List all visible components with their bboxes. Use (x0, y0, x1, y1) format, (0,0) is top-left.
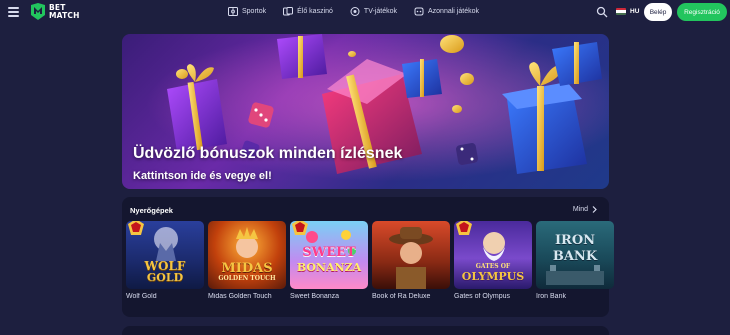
banner-subtitle: Kattintson ide és vegye el! (133, 170, 272, 182)
game-card-wolf-gold[interactable]: WOLF GOLD Wolf Gold (126, 221, 204, 300)
game-thumbnail: IRON BANK (536, 221, 614, 289)
game-thumbnail: WOLF GOLD (126, 221, 204, 289)
register-button[interactable]: Regisztráció (677, 3, 727, 21)
game-art-subtitle: BONANZA (296, 261, 362, 274)
game-card-book-of-ra-deluxe[interactable]: Book of Ra Deluxe (372, 221, 450, 300)
game-thumbnail: MIDAS GOLDEN TOUCH (208, 221, 286, 289)
game-card-sweet-bonanza[interactable]: SWEET BONANZA Sweet Bonanza (290, 221, 368, 300)
top-header: BET MATCH Sportok Élő kaszinó TV-játékok… (0, 0, 730, 25)
game-thumbnail: GATES OF OLYMPUS (454, 221, 532, 289)
tv-games-icon (350, 7, 360, 16)
game-card-gates-of-olympus[interactable]: GATES OF OLYMPUS Gates of Olympus (454, 221, 532, 300)
game-art-subtitle: OLYMPUS (461, 270, 525, 283)
nav-item-tv-games[interactable]: TV-játékok (350, 7, 397, 16)
see-all-label: Mind (572, 206, 588, 213)
game-name: Midas Golden Touch (208, 293, 272, 300)
gift-boxes-illustration (122, 34, 609, 189)
search-icon[interactable] (596, 6, 608, 18)
game-art-title: IRON (554, 233, 596, 248)
sports-icon (228, 7, 238, 16)
nav-label: Élő kaszinó (297, 8, 333, 15)
drops-wins-badge-icon (456, 221, 472, 235)
game-name: Wolf Gold (126, 293, 157, 300)
game-name: Sweet Bonanza (290, 293, 340, 300)
section-title: Nyerőgépek (130, 206, 173, 215)
game-thumbnail: SWEET BONANZA (290, 221, 368, 289)
game-name: Iron Bank (536, 293, 566, 300)
drops-wins-badge-icon (292, 221, 308, 235)
game-card-iron-bank[interactable]: IRON BANK Iron Bank (536, 221, 614, 300)
drops-wins-badge-icon (128, 221, 144, 235)
logo-line2: MATCH (49, 10, 80, 20)
chevron-right-icon (592, 206, 597, 213)
games-row: WOLF GOLD Wolf Gold MIDAS GOLDEN TOUCH M… (126, 221, 614, 300)
live-casino-icon (283, 7, 294, 16)
game-art-title: SWEET (302, 245, 356, 260)
explorer-art-icon (389, 227, 433, 289)
nav-item-live-casino[interactable]: Élő kaszinó (283, 7, 333, 16)
betmatch-logo-icon (31, 3, 45, 20)
banner-title: Üdvözlő bónuszok minden ízlésnek (133, 145, 403, 162)
game-name: Book of Ra Deluxe (372, 293, 431, 300)
game-name: Gates of Olympus (454, 293, 511, 300)
see-all-link[interactable]: Mind (573, 206, 597, 213)
instant-games-icon (414, 7, 424, 16)
logo-text: BET MATCH (49, 3, 80, 20)
game-art-subtitle: BANK (552, 249, 598, 264)
login-button[interactable]: Belép (644, 3, 672, 21)
game-art-subtitle: GOLDEN TOUCH (218, 275, 276, 282)
hungarian-flag-icon[interactable] (616, 8, 626, 15)
game-card-midas-golden-touch[interactable]: MIDAS GOLDEN TOUCH Midas Golden Touch (208, 221, 286, 300)
logo[interactable]: BET MATCH (30, 3, 80, 20)
nav-label: TV-játékok (363, 8, 397, 15)
next-section-edge (122, 326, 609, 335)
nav-item-sports[interactable]: Sportok (228, 7, 266, 16)
welcome-bonus-banner[interactable]: Üdvözlő bónuszok minden ízlésnek Kattint… (122, 34, 609, 189)
game-art-subtitle: GOLD (146, 271, 184, 284)
game-thumbnail (372, 221, 450, 289)
game-art-title: GATES OF (475, 263, 511, 270)
language-selector[interactable]: HU (630, 8, 639, 15)
nav-item-instant-games[interactable]: Azonnali játékok (414, 7, 479, 16)
game-art-title: MIDAS (221, 261, 273, 276)
main-nav: Sportok Élő kaszinó TV-játékok Azonnali … (228, 7, 479, 16)
nav-label: Sportok (242, 8, 267, 15)
slots-section: Nyerőgépek Mind WOLF GOLD Wolf Gold MIDA… (122, 197, 614, 317)
hamburger-menu-icon[interactable] (8, 7, 19, 17)
nav-label: Azonnali játékok (428, 8, 479, 15)
